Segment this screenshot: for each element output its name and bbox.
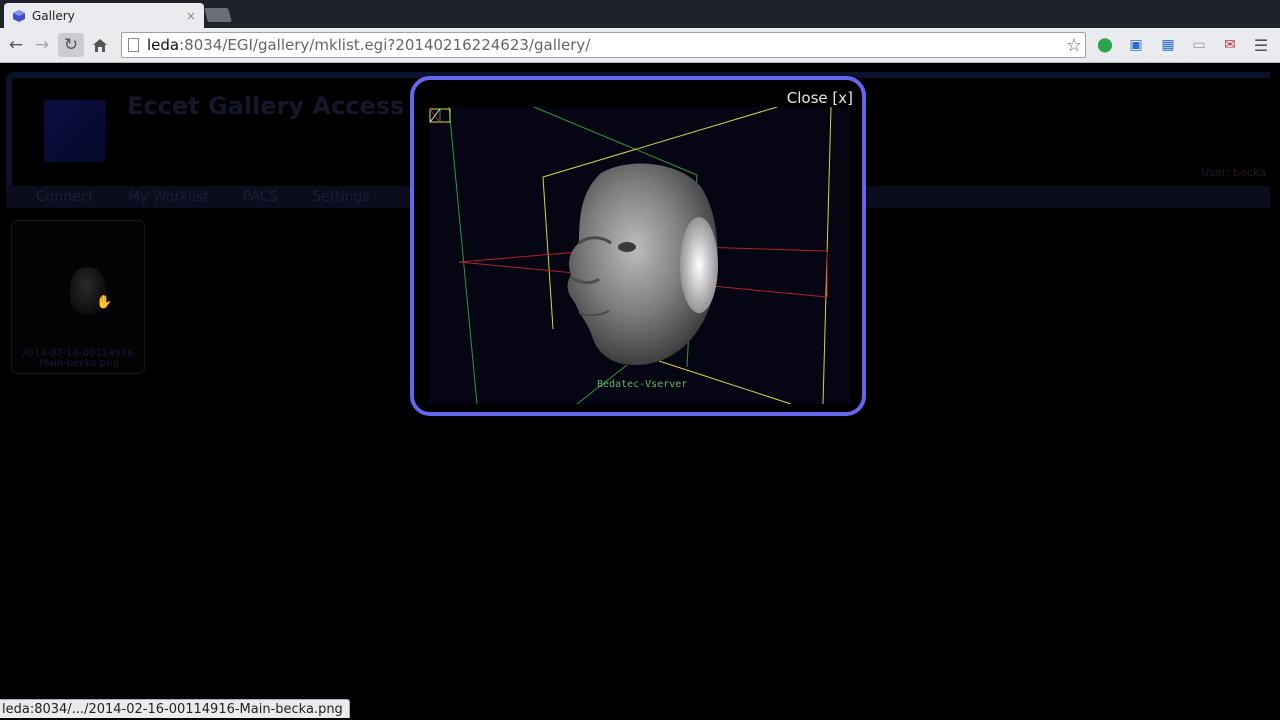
bookmark-star-icon[interactable]: ☆ <box>1066 35 1082 56</box>
close-button[interactable]: Close [x] <box>787 89 853 107</box>
thumbnail-caption-line2: Main-becka.png <box>39 358 119 369</box>
menu-icon[interactable]: ☰ <box>1251 35 1271 55</box>
new-tab-button[interactable] <box>204 8 232 22</box>
server-label: Bedatec-Vserver <box>597 379 688 390</box>
gallery-thumbnail[interactable]: ✋ 2014-02-16-00114916- Main-becka.png <box>11 220 145 374</box>
logo-cube-icon <box>44 100 106 162</box>
thumbnail-image[interactable] <box>22 229 134 341</box>
tab-strip: Gallery × <box>0 0 1280 28</box>
home-button[interactable] <box>87 33 113 57</box>
tab-gallery[interactable]: Gallery × <box>4 3 204 28</box>
cast-icon[interactable]: ▭ <box>1189 35 1209 55</box>
extension-pin-icon[interactable]: ⬤ <box>1095 35 1115 55</box>
head-render <box>567 163 718 365</box>
orientation-cube-icon <box>429 108 451 123</box>
url-path: :8034/EGI/gallery/mklist.egi?20140216224… <box>179 36 591 54</box>
hand-cursor-icon: ✋ <box>96 295 113 310</box>
user-name[interactable]: becka <box>1233 166 1266 179</box>
reload-button[interactable]: ↻ <box>58 33 84 57</box>
arrow-left-icon: ← <box>8 35 24 55</box>
tab-title: Gallery <box>32 8 75 23</box>
user-label: User: <box>1201 166 1230 179</box>
user-info: User: becka <box>1201 166 1266 179</box>
gmail-icon[interactable]: ✉ <box>1220 35 1240 55</box>
extension-window-icon[interactable]: ▣ <box>1126 35 1146 55</box>
arrow-right-icon: → <box>34 35 50 55</box>
status-bar: leda:8034/.../2014-02-16-00114916-Main-b… <box>0 699 350 718</box>
cube-icon <box>13 9 25 22</box>
thumbnail-caption[interactable]: 2014-02-16-00114916- Main-becka.png <box>16 349 142 369</box>
page-icon <box>128 38 139 52</box>
address-bar[interactable]: leda:8034/EGI/gallery/mklist.egi?2014021… <box>121 32 1086 58</box>
back-button[interactable]: ← <box>3 33 29 57</box>
home-icon <box>93 38 107 52</box>
site-title: Eccet Gallery Access <box>127 92 405 120</box>
url-host: leda <box>147 36 180 54</box>
extension-calendar-icon[interactable]: ▦ <box>1158 35 1178 55</box>
image-lightbox: Close [x] Bedatec-Vserver <box>410 76 866 416</box>
nav-pacs[interactable]: PACS <box>243 189 279 205</box>
nav-my-worklist[interactable]: My Worklist <box>128 189 209 205</box>
nav-settings[interactable]: Settings <box>312 189 369 205</box>
reload-icon: ↻ <box>63 35 79 55</box>
browser-toolbar: ← → ↻ leda:8034/EGI/gallery/mklist.egi?2… <box>0 28 1280 63</box>
render-scene <box>448 107 832 404</box>
volume-render-image: Bedatec-Vserver <box>429 107 851 404</box>
tab-close-icon[interactable]: × <box>186 9 196 23</box>
forward-button[interactable]: → <box>29 33 55 57</box>
nav-connect[interactable]: Connect <box>36 189 94 205</box>
